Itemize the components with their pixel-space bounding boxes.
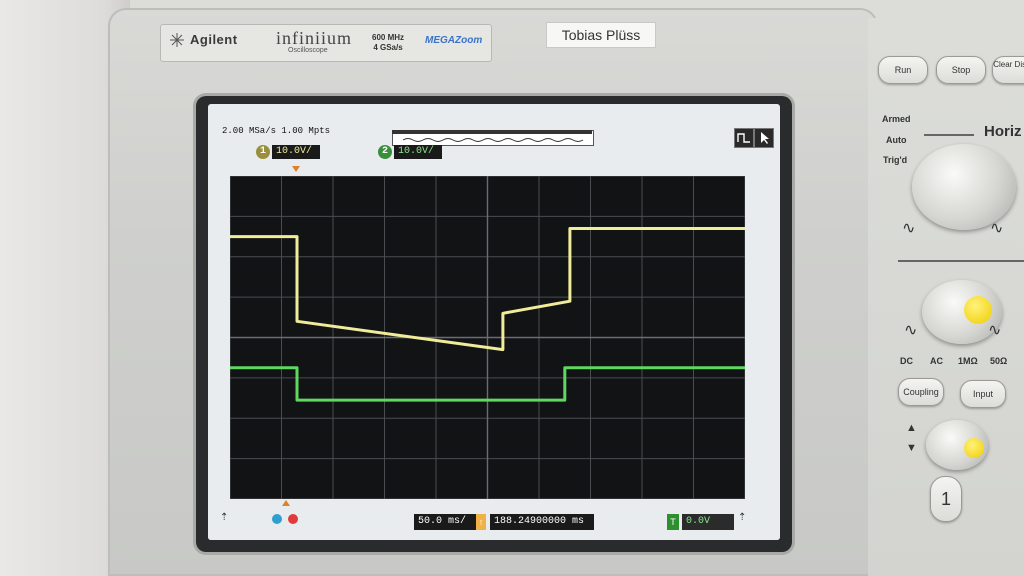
channel-2-number: 2 <box>378 145 392 159</box>
trigger-level-field[interactable]: 0.0V <box>682 514 734 530</box>
channel-1-position-knob-cap <box>964 438 984 458</box>
marker-red-icon <box>288 514 298 524</box>
clear-display-button[interactable]: Clear Display <box>992 56 1024 84</box>
ac-label: AC <box>930 356 943 366</box>
trigger-channel-badge: T <box>667 514 679 530</box>
sine-large-icon: ∿ <box>988 322 1002 339</box>
channel-1-button[interactable]: 1 <box>930 476 962 522</box>
sine-wide-icon: ∿ <box>990 220 1004 237</box>
bottom-status-bar: ⇡ 50.0 ms/ ↑ 188.24900000 ms T 0.0V ⇡ <box>208 508 780 540</box>
channel-1-scale: 10.0V/ <box>272 145 320 159</box>
timebase-field[interactable]: 50.0 ms/ <box>414 514 480 530</box>
waveform-grid[interactable] <box>229 175 746 500</box>
agilent-spark-icon <box>170 33 184 47</box>
fifty-ohm-label: 50Ω <box>990 356 1008 366</box>
brand-specs: 600 MHz 4 GSa/s <box>372 33 404 53</box>
owner-label: Tobias Plüss <box>546 22 656 48</box>
channel-2-scale: 10.0V/ <box>394 145 442 159</box>
stop-button[interactable]: Stop <box>936 56 986 84</box>
pulse-icon <box>737 133 750 143</box>
armed-label: Armed <box>882 114 911 124</box>
dc-label: DC <box>900 356 913 366</box>
brand-product-sub: Oscilloscope <box>288 47 328 54</box>
overview-window-marker <box>392 130 592 134</box>
delay-field[interactable]: 188.24900000 ms <box>490 514 594 530</box>
cursor-arrow-icon <box>761 132 769 144</box>
trigger-position-marker-icon <box>292 166 300 172</box>
brand-maker: Agilent <box>190 32 238 47</box>
input-button[interactable]: Input <box>960 380 1006 408</box>
brand-megazoom: MEGAZoom <box>425 35 483 46</box>
sine-small-icon: ∿ <box>904 322 918 339</box>
scroll-right-icon[interactable]: ⇡ <box>738 512 746 523</box>
vertical-section-line <box>898 260 1024 262</box>
acquisition-status: 2.00 MSa/s 1.00 Mpts <box>222 126 331 136</box>
trigger-time-marker-icon <box>282 500 290 506</box>
display-mode-buttons <box>734 128 774 148</box>
run-button[interactable]: Run <box>878 56 928 84</box>
position-down-icon: ▼ <box>906 442 917 454</box>
horizontal-heading: Horiz <box>984 123 1022 140</box>
channel-1-number: 1 <box>256 145 270 159</box>
pulse-view-button[interactable] <box>734 128 754 148</box>
scroll-left-icon[interactable]: ⇡ <box>220 512 228 523</box>
trigd-label: Trig'd <box>883 155 908 165</box>
horizontal-section-line <box>924 134 974 136</box>
delay-marker-icon: ↑ <box>476 514 486 530</box>
front-control-panel: Run Stop Clear Display Armed Auto Trig'd… <box>868 18 1024 576</box>
auto-label: Auto <box>886 135 907 145</box>
brand-sample-rate: 4 GSa/s <box>373 43 403 52</box>
marker-blue-icon <box>272 514 282 524</box>
waveform-canvas <box>229 175 746 500</box>
brand-product: infiniium <box>276 28 352 48</box>
scope-screen: 2.00 MSa/s 1.00 Mpts 1 10.0V/ 2 10.0V/ ⇡… <box>208 104 780 540</box>
pointer-mode-button[interactable] <box>754 128 774 148</box>
position-up-icon: ▲ <box>906 422 917 434</box>
one-meg-label: 1MΩ <box>958 356 978 366</box>
sine-narrow-icon: ∿ <box>902 220 916 237</box>
brand-bandwidth: 600 MHz <box>372 33 405 42</box>
coupling-button[interactable]: Coupling <box>898 378 944 406</box>
